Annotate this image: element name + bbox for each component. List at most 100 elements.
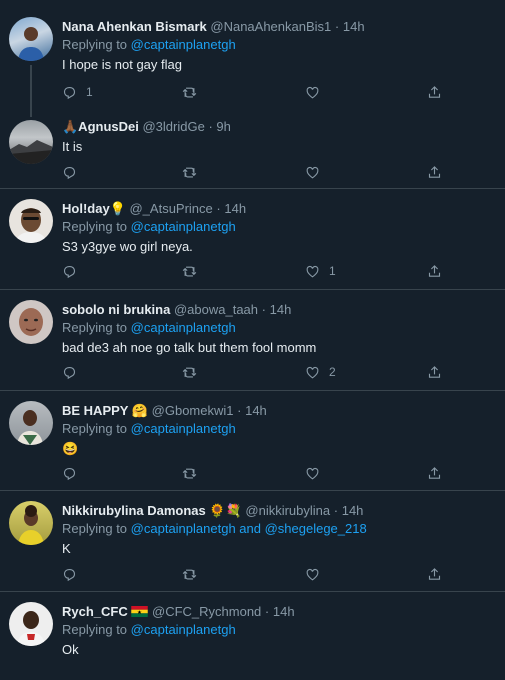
reply-button[interactable]: [62, 363, 77, 381]
mention-link[interactable]: @captainplanetgh: [131, 421, 236, 436]
timestamp[interactable]: 14h: [343, 19, 365, 34]
retweet-button[interactable]: [182, 464, 197, 482]
tweet-header: BE HAPPY 🤗 @Gbomekwi1 · 14h: [62, 402, 495, 420]
separator-dot: ·: [216, 201, 221, 216]
avatar[interactable]: [9, 17, 53, 61]
timestamp[interactable]: 14h: [342, 503, 364, 518]
display-name[interactable]: Rych_CFC: [62, 604, 128, 619]
share-icon: [427, 567, 442, 582]
reply-icon: [62, 365, 77, 380]
avatar[interactable]: [9, 199, 53, 243]
tweet-actions: 2: [62, 363, 452, 381]
replying-prefix: Replying to: [62, 421, 128, 436]
replying-to: Replying to @captainplanetgh: [62, 36, 495, 54]
display-name[interactable]: sobolo ni brukina: [62, 302, 170, 317]
replying-prefix: Replying to: [62, 320, 128, 335]
like-count: 2: [329, 365, 336, 379]
mention-link[interactable]: @captainplanetgh: [131, 320, 236, 335]
retweet-button[interactable]: [182, 262, 197, 280]
mention-link[interactable]: @captainplanetgh: [131, 622, 236, 637]
retweet-button[interactable]: [182, 565, 197, 583]
user-handle[interactable]: @nikkirubylina: [245, 503, 330, 518]
like-button[interactable]: 2: [305, 363, 336, 381]
mention-link[interactable]: @captainplanetgh: [131, 219, 236, 234]
share-button[interactable]: [427, 262, 442, 280]
reply-button[interactable]: 1: [62, 83, 93, 101]
reply-tweet[interactable]: Nana Ahenkan Bismark @NanaAhenkanBis1 · …: [0, 0, 505, 117]
share-button[interactable]: [427, 163, 442, 181]
user-handle[interactable]: @abowa_taah: [174, 302, 258, 317]
display-name[interactable]: Hol!day💡: [62, 201, 126, 216]
reply-tweet[interactable]: Nikkirubylina Damonas 🌻💐 @nikkirubylina …: [0, 491, 505, 592]
tweet-text: It is: [62, 139, 83, 154]
retweet-button[interactable]: [182, 163, 197, 181]
mention-link[interactable]: @captainplanetgh: [131, 37, 236, 52]
replying-to: Replying to @captainplanetgh: [62, 420, 495, 438]
reply-tweet[interactable]: Hol!day💡 @_AtsuPrince · 14h Replying to …: [0, 189, 505, 290]
replying-to: Replying to @captainplanetgh: [62, 218, 495, 236]
mention-link[interactable]: @shegelege_218: [265, 521, 367, 536]
tweet-actions: 1: [62, 262, 452, 280]
reply-tweet[interactable]: BE HAPPY 🤗 @Gbomekwi1 · 14h Replying to …: [0, 391, 505, 491]
tweet-header: Hol!day💡 @_AtsuPrince · 14h: [62, 200, 495, 218]
like-button[interactable]: [305, 565, 320, 583]
reply-tweet[interactable]: sobolo ni brukina @abowa_taah · 14h Repl…: [0, 290, 505, 391]
user-handle[interactable]: @3ldridGe: [142, 119, 204, 134]
share-button[interactable]: [427, 464, 442, 482]
replying-prefix: Replying to: [62, 37, 128, 52]
reply-button[interactable]: [62, 565, 77, 583]
reply-button[interactable]: [62, 464, 77, 482]
share-button[interactable]: [427, 363, 442, 381]
reply-icon: [62, 567, 77, 582]
tweet-actions: 1: [62, 83, 452, 101]
avatar[interactable]: [9, 300, 53, 344]
retweet-button[interactable]: [182, 363, 197, 381]
tweet-text: bad de3 ah noe go talk but them fool mom…: [62, 340, 317, 355]
like-button[interactable]: [305, 464, 320, 482]
user-handle[interactable]: @NanaAhenkanBis1: [210, 19, 331, 34]
replying-prefix: Replying to: [62, 622, 128, 637]
share-button[interactable]: [427, 565, 442, 583]
display-name[interactable]: BE HAPPY 🤗: [62, 403, 148, 418]
display-name[interactable]: 🙏🏾AgnusDei: [62, 119, 139, 134]
like-button[interactable]: [305, 83, 320, 101]
display-name[interactable]: Nikkirubylina Damonas 🌻💐: [62, 503, 242, 518]
timestamp[interactable]: 14h: [270, 302, 292, 317]
retweet-icon: [182, 466, 197, 481]
timestamp[interactable]: 14h: [245, 403, 267, 418]
avatar[interactable]: [9, 602, 53, 646]
tweet-actions: [62, 163, 452, 181]
reply-icon: [62, 85, 77, 100]
reply-button[interactable]: [62, 262, 77, 280]
replying-to: Replying to @captainplanetgh: [62, 621, 495, 639]
share-button[interactable]: [427, 83, 442, 101]
like-count: 1: [329, 264, 336, 278]
avatar[interactable]: [9, 401, 53, 445]
reply-tweet[interactable]: Rych_CFC @CFC_Rychmond · 14h Replying to…: [0, 592, 505, 680]
separator-dot: ·: [237, 403, 242, 418]
tweet-header: sobolo ni brukina @abowa_taah · 14h: [62, 301, 495, 319]
mention-link[interactable]: @captainplanetgh and @shegelege_218: [131, 521, 367, 536]
retweet-button[interactable]: [182, 83, 197, 101]
avatar[interactable]: [9, 501, 53, 545]
user-handle[interactable]: @_AtsuPrince: [129, 201, 212, 216]
like-button[interactable]: [305, 163, 320, 181]
timestamp[interactable]: 14h: [273, 604, 295, 619]
user-handle[interactable]: @Gbomekwi1: [152, 403, 234, 418]
timestamp[interactable]: 14h: [224, 201, 246, 216]
retweet-icon: [182, 264, 197, 279]
reply-button[interactable]: [62, 163, 77, 181]
reply-tweet[interactable]: 🙏🏾AgnusDei @3ldridGe · 9h It is: [0, 104, 505, 189]
like-button[interactable]: 1: [305, 262, 336, 280]
separator-dot: ·: [333, 503, 339, 518]
like-icon: [305, 466, 320, 481]
display-name[interactable]: Nana Ahenkan Bismark: [62, 19, 207, 34]
mention-link[interactable]: @captainplanetgh: [131, 521, 236, 536]
user-handle[interactable]: @CFC_Rychmond: [152, 604, 261, 619]
avatar[interactable]: [9, 120, 53, 164]
separator-dot: ·: [334, 19, 340, 34]
ghana-flag-icon: [131, 606, 149, 617]
tweet-header: Nikkirubylina Damonas 🌻💐 @nikkirubylina …: [62, 502, 495, 520]
mention-conjunction: and: [235, 521, 265, 536]
timestamp[interactable]: 9h: [216, 119, 230, 134]
